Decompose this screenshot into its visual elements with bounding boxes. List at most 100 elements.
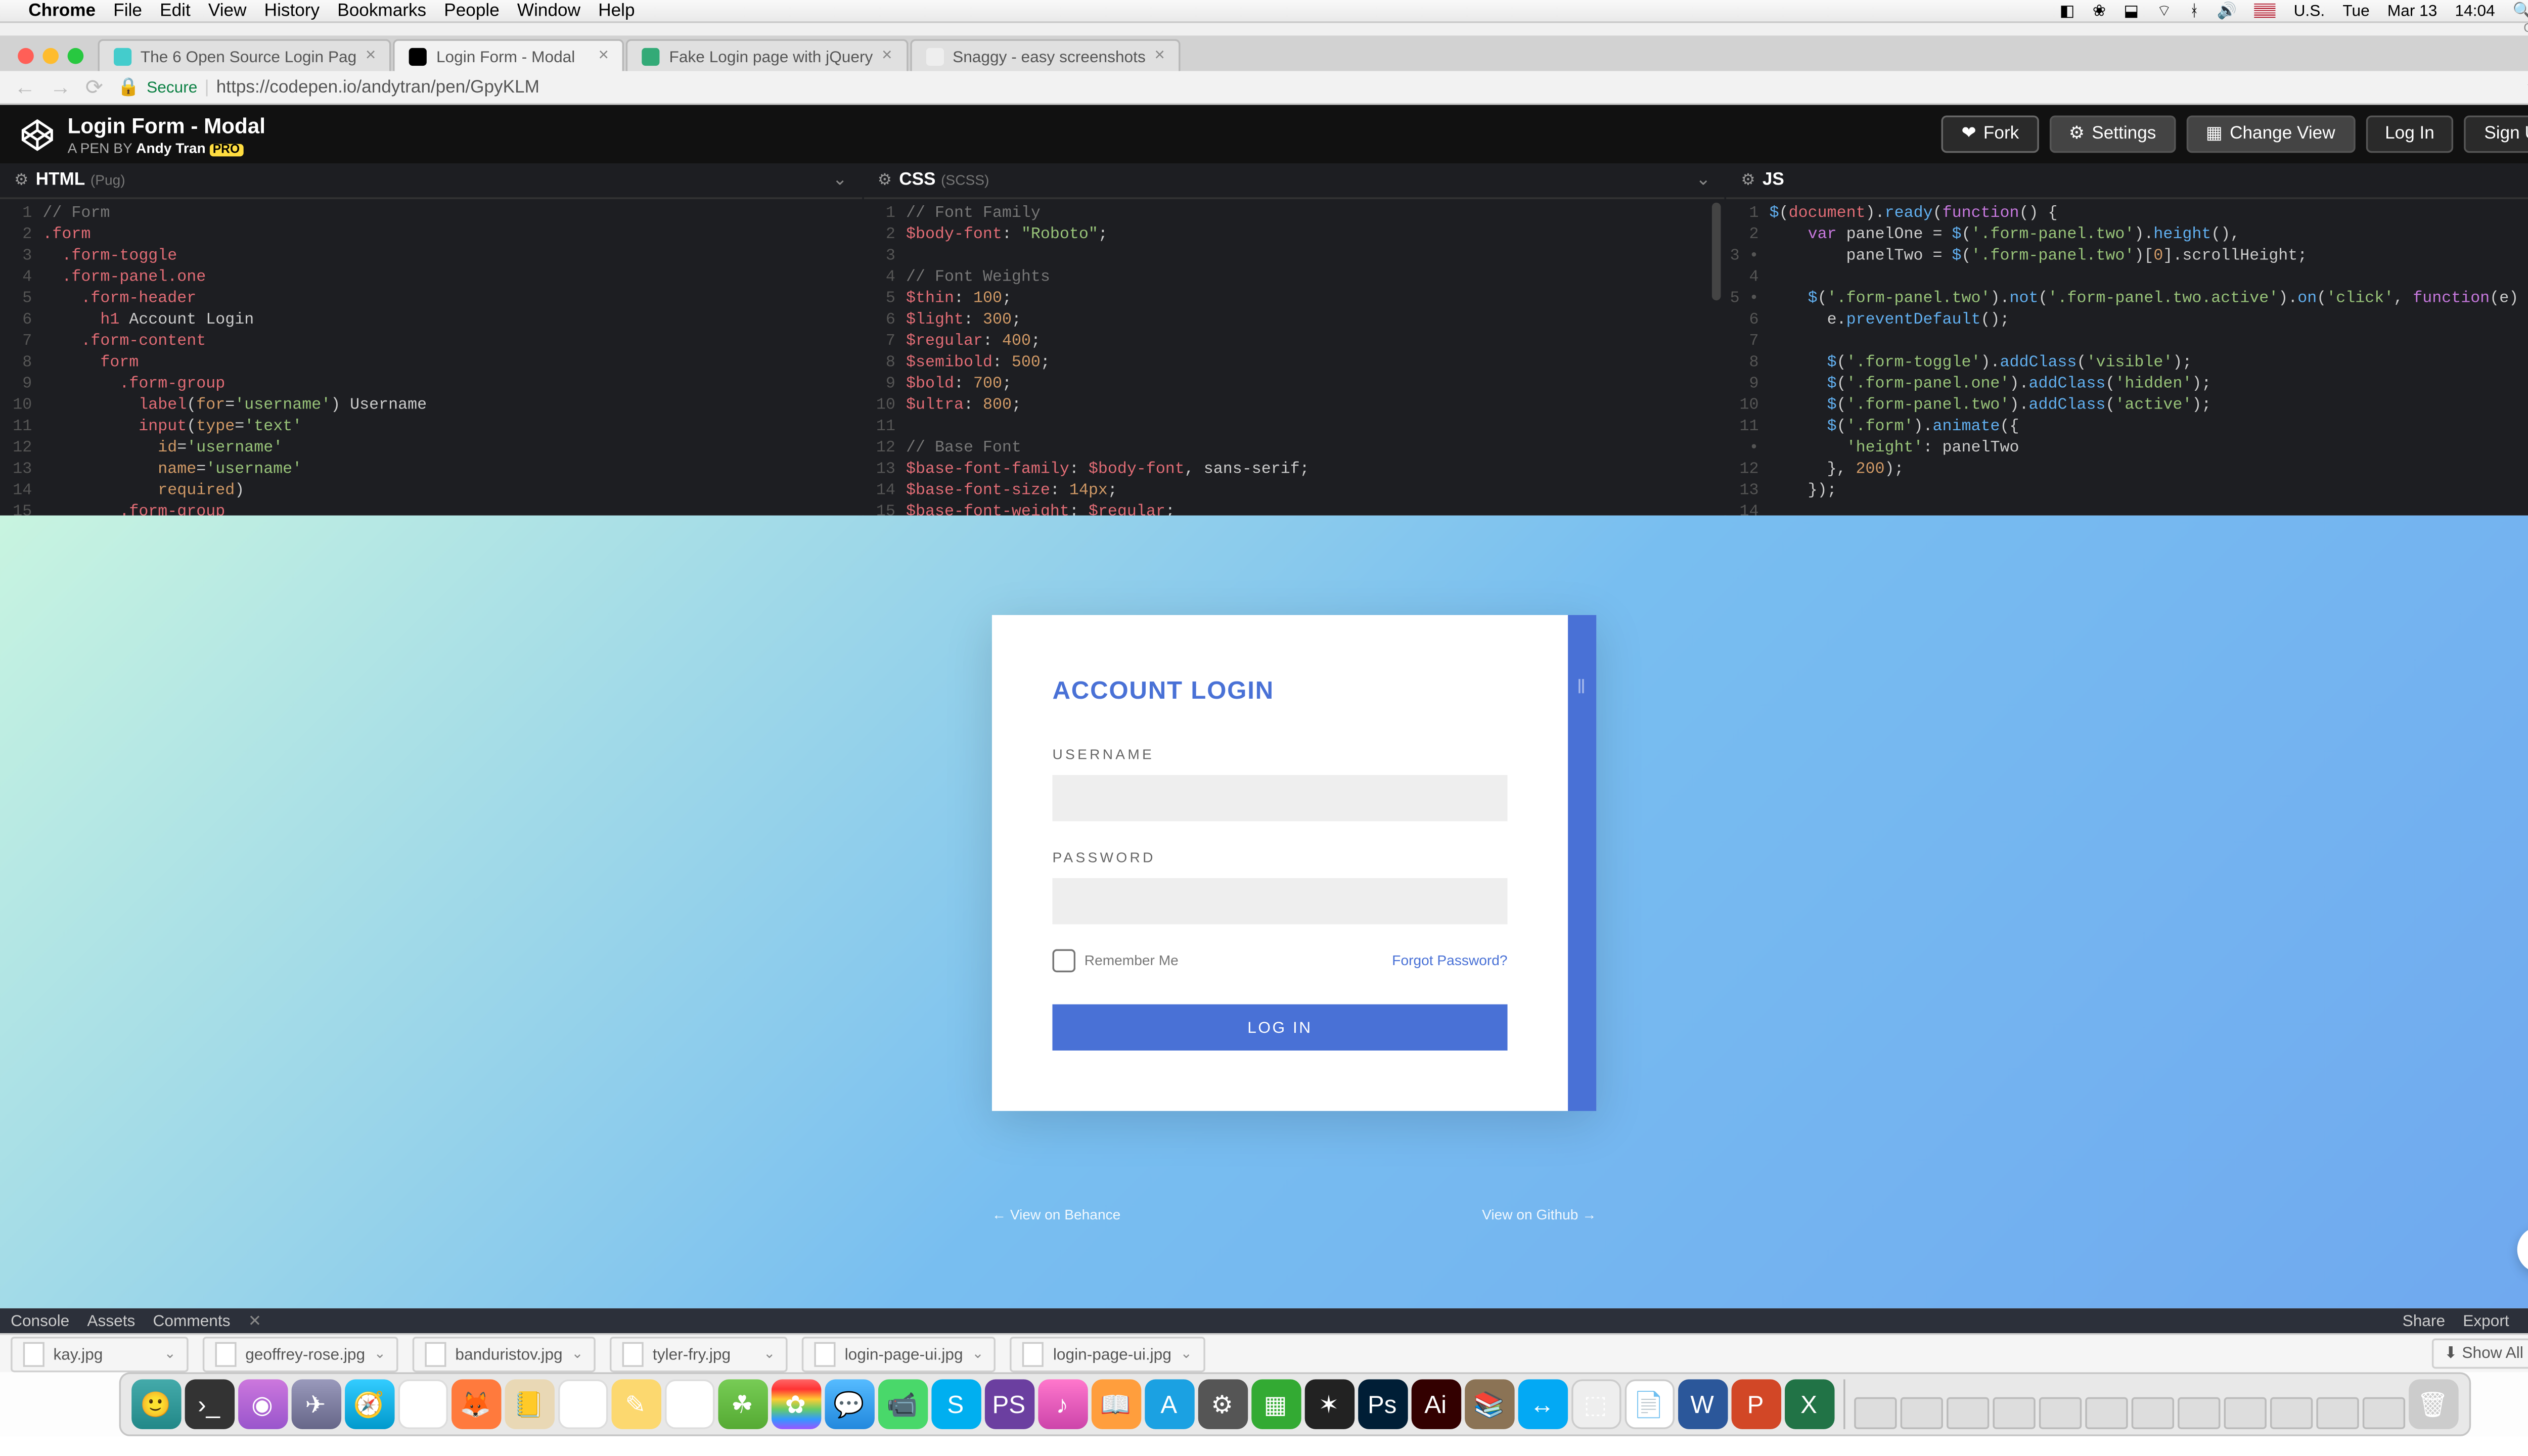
reload-icon[interactable]: ⟳ (85, 75, 103, 100)
css-editor[interactable]: 123456789101112131415 // Font Family $bo… (864, 199, 1725, 516)
contacts-icon[interactable]: 📒 (504, 1379, 554, 1429)
browser-tab-active[interactable]: Login Form - Modal× (394, 39, 625, 71)
chevron-down-icon[interactable]: ⌄ (972, 1346, 984, 1362)
download-chip[interactable]: tyler-fry.jpg⌄ (610, 1336, 788, 1371)
settings-button[interactable]: ⚙ Settings (2049, 116, 2176, 153)
reminders-icon[interactable]: ☰ (664, 1379, 713, 1429)
browser-tab[interactable]: Snaggy - easy screenshots× (910, 39, 1181, 71)
minimized-window[interactable] (1853, 1397, 1895, 1429)
behance-link[interactable]: ← View on Behance (992, 1207, 1120, 1223)
signup-button[interactable]: Sign Up (2465, 116, 2528, 153)
code-content[interactable]: // Font Family $body-font: "Roboto"; // … (906, 199, 1310, 516)
teamviewer-icon[interactable]: ↔ (1517, 1379, 1567, 1429)
back-icon[interactable]: ← (14, 75, 35, 100)
chevron-down-icon[interactable]: ⌄ (571, 1346, 583, 1362)
download-chip[interactable]: geoffrey-rose.jpg⌄ (203, 1336, 398, 1371)
link-fab-icon[interactable]: 🔗 (2517, 1226, 2528, 1272)
minimized-window[interactable] (2038, 1397, 2081, 1429)
forgot-password-link[interactable]: Forgot Password? (1392, 953, 1507, 969)
close-tab-icon[interactable]: × (598, 46, 609, 66)
menu-help[interactable]: Help (598, 1, 635, 21)
close-tab-icon[interactable]: × (882, 46, 892, 66)
settings-icon[interactable]: ⚙ (1197, 1379, 1247, 1429)
minimized-window[interactable] (2131, 1397, 2173, 1429)
input-locale[interactable]: U.S. (2294, 2, 2325, 20)
launchpad-icon[interactable]: ◉ (237, 1379, 287, 1429)
author-link[interactable]: Andy Tran (136, 140, 206, 156)
gear-icon[interactable]: ⚙ (878, 171, 892, 191)
omnibox[interactable]: 🔒 Secure | https://codepen.io/andytran/p… (117, 77, 2512, 97)
app-icon[interactable]: ▦ (1251, 1379, 1300, 1429)
chrome-icon[interactable]: ◉ (397, 1379, 447, 1429)
minimized-window[interactable] (1900, 1397, 1942, 1429)
export-button[interactable]: Export (2463, 1312, 2509, 1330)
input-flag-icon[interactable] (2254, 4, 2276, 18)
chevron-down-icon[interactable]: ⌄ (763, 1346, 776, 1362)
minimized-window[interactable] (2362, 1397, 2404, 1429)
minimized-window[interactable] (2269, 1397, 2312, 1429)
menu-view[interactable]: View (208, 1, 247, 21)
app-icon[interactable]: ✶ (1304, 1379, 1353, 1429)
close-tab-icon[interactable]: × (1154, 46, 1165, 66)
minimized-window[interactable] (2223, 1397, 2266, 1429)
gear-icon[interactable]: ⚙ (14, 171, 28, 191)
wifi-icon[interactable]: ⌔ (2157, 1, 2172, 21)
skype-icon[interactable]: S (931, 1379, 980, 1429)
notes-icon[interactable]: ✎ (611, 1379, 660, 1429)
menu-window[interactable]: Window (517, 1, 580, 21)
code-content[interactable]: $(document).ready(function() { var panel… (1770, 199, 2528, 516)
safari-icon[interactable]: 🧭 (344, 1379, 393, 1429)
show-all-button[interactable]: ⬇ Show All (2431, 1339, 2528, 1369)
chevron-down-icon[interactable]: ⌄ (832, 171, 847, 191)
console-tab[interactable]: Console (11, 1312, 69, 1330)
browser-tab[interactable]: The 6 Open Source Login Pag× (98, 39, 392, 71)
photoshop-icon[interactable]: Ps (1357, 1379, 1407, 1429)
tray-icon[interactable]: ◧ (2060, 1, 2075, 21)
firefox-icon[interactable]: 🦊 (450, 1379, 500, 1429)
close-icon[interactable]: ✕ (248, 1311, 262, 1331)
minimized-window[interactable] (2177, 1397, 2219, 1429)
volume-icon[interactable]: 🔊 (2217, 1, 2237, 21)
star-icon[interactable]: ☆ (2526, 77, 2528, 97)
menu-history[interactable]: History (264, 1, 320, 21)
excel-icon[interactable]: X (1784, 1379, 1833, 1429)
tray-icon[interactable]: ❀ (2093, 1, 2106, 21)
download-chip[interactable]: kay.jpg⌄ (11, 1336, 189, 1371)
terminal-icon[interactable]: ›_ (184, 1379, 234, 1429)
illustrator-icon[interactable]: Ai (1411, 1379, 1460, 1429)
browser-tab[interactable]: Fake Login page with jQuery× (626, 39, 908, 71)
facetime-icon[interactable]: 📹 (877, 1379, 927, 1429)
menu-edit[interactable]: Edit (160, 1, 191, 21)
app-icon[interactable]: ⬚ (1570, 1379, 1620, 1429)
messages-icon[interactable]: 💬 (824, 1379, 874, 1429)
fork-button[interactable]: ❤ Fork (1942, 116, 2039, 153)
spotlight-icon[interactable]: 🔍 (2513, 1, 2528, 21)
codepen-logo-icon[interactable] (21, 118, 53, 150)
app-menu[interactable]: Chrome (28, 1, 96, 21)
download-chip[interactable]: banduristov.jpg⌄ (413, 1336, 596, 1371)
chevron-down-icon[interactable]: ⌄ (1696, 171, 1711, 191)
chevron-down-icon[interactable]: ⌄ (374, 1346, 386, 1362)
photos-icon[interactable]: ✿ (771, 1379, 820, 1429)
phpstorm-icon[interactable]: PS (984, 1379, 1033, 1429)
dropbox-icon[interactable]: ⬓ (2124, 1, 2139, 21)
mission-control-icon[interactable]: ✈ (291, 1379, 340, 1429)
ibooks-icon[interactable]: 📖 (1091, 1379, 1140, 1429)
scrollbar[interactable] (1712, 203, 1722, 300)
change-view-button[interactable]: ▦ Change View (2186, 116, 2355, 153)
pen-title[interactable]: Login Form - Modal (68, 113, 265, 138)
gear-icon[interactable]: ⚙ (1741, 171, 1755, 191)
itunes-icon[interactable]: ♪ (1037, 1379, 1087, 1429)
app-icon[interactable]: ☘ (717, 1379, 767, 1429)
minimized-window[interactable] (2316, 1397, 2358, 1429)
appstore-icon[interactable]: A (1144, 1379, 1194, 1429)
menu-people[interactable]: People (444, 1, 499, 21)
window-controls[interactable] (18, 48, 83, 64)
powerpoint-icon[interactable]: P (1731, 1379, 1780, 1429)
minimized-window[interactable] (1946, 1397, 1988, 1429)
download-chip[interactable]: login-page-ui.jpg⌄ (1011, 1336, 1205, 1371)
trash-icon[interactable]: 🗑 (2408, 1379, 2457, 1429)
login-submit-button[interactable]: LOG IN (1052, 1005, 1507, 1051)
app-icon[interactable]: 📄 (1624, 1379, 1674, 1429)
github-link[interactable]: View on Github → (1482, 1207, 1596, 1223)
